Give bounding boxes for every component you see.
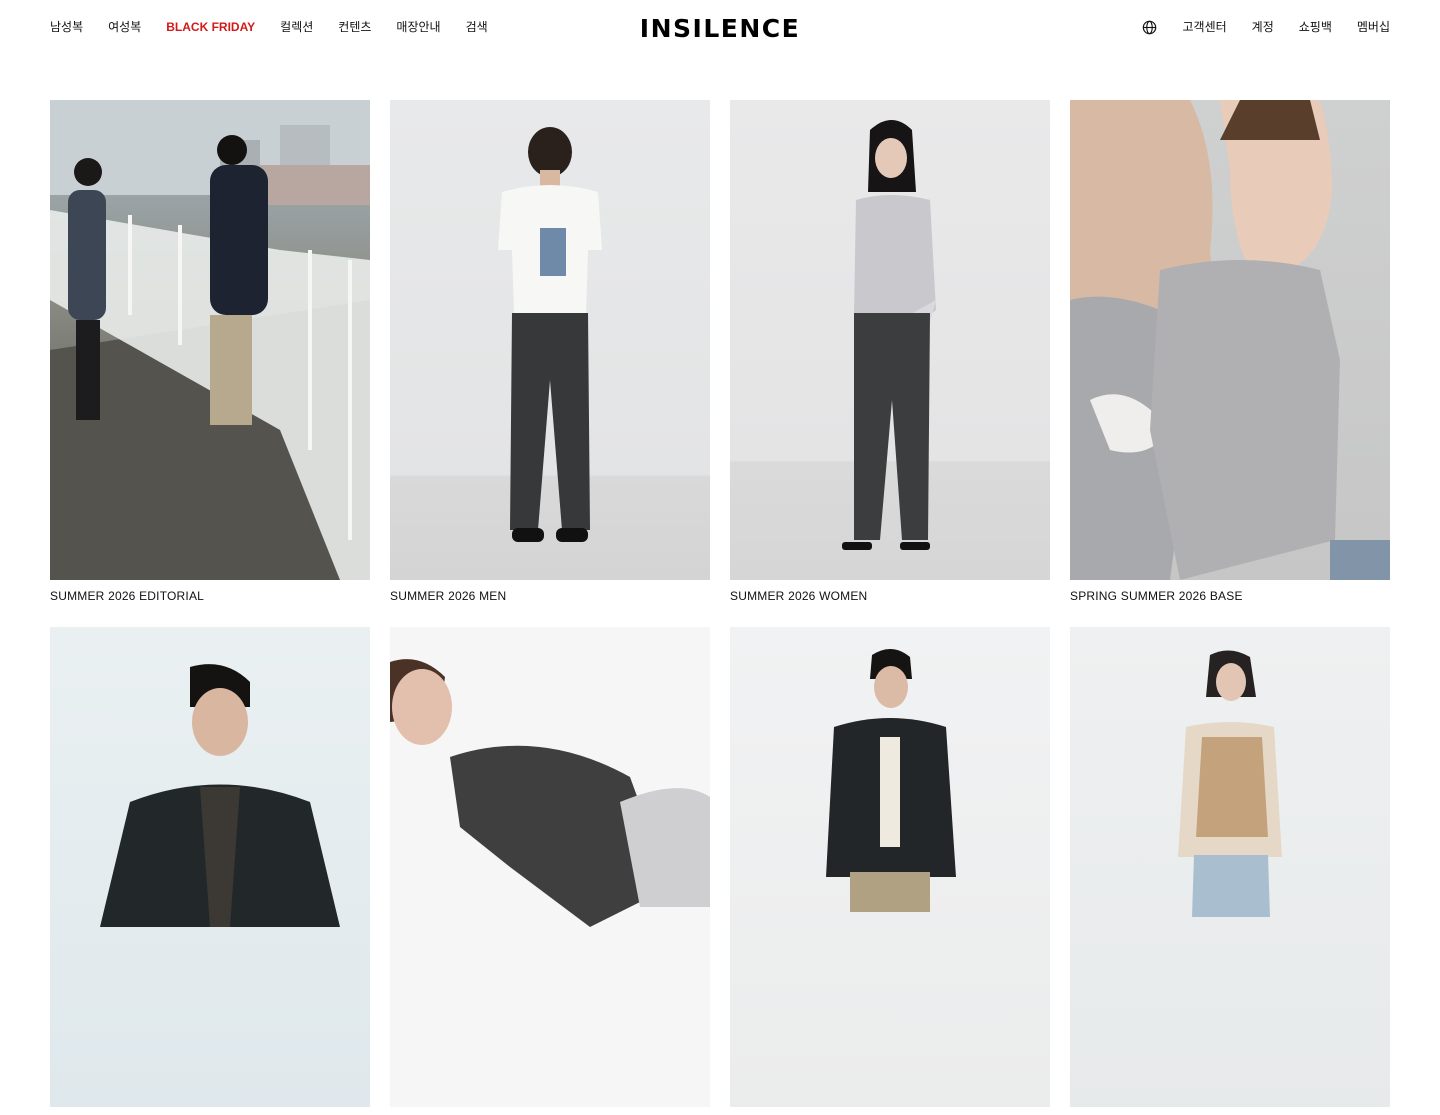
collection-card[interactable] (1070, 627, 1390, 1115)
utility-nav: 고객센터 계정 쇼핑백 멤버십 (1142, 19, 1390, 36)
collection-image-base[interactable] (1070, 100, 1390, 580)
collection-card[interactable]: SPRING SUMMER 2026 BASE (1070, 100, 1390, 604)
collection-image[interactable] (1070, 627, 1390, 1107)
collection-card[interactable] (390, 627, 710, 1115)
collection-grid: SUMMER 2026 EDITORIAL SUMMER 2026 MEN SU… (50, 100, 1390, 1115)
globe-icon[interactable] (1142, 20, 1157, 35)
site-header: 남성복 여성복 BLACK FRIDAY 컬렉션 컨텐츠 매장안내 검색 INS… (0, 0, 1440, 56)
collection-image-editorial[interactable] (50, 100, 370, 580)
collection-card[interactable] (50, 627, 370, 1115)
collection-image[interactable] (390, 627, 710, 1107)
collection-card[interactable]: SUMMER 2026 MEN (390, 100, 710, 604)
collection-card[interactable] (730, 627, 1050, 1115)
nav-stores[interactable]: 매장안내 (396, 19, 440, 36)
nav-men[interactable]: 남성복 (50, 19, 83, 36)
collection-image[interactable] (50, 627, 370, 1107)
collection-card[interactable]: SUMMER 2026 WOMEN (730, 100, 1050, 604)
nav-women[interactable]: 여성복 (108, 19, 141, 36)
collection-title[interactable]: SUMMER 2026 EDITORIAL (50, 588, 370, 604)
collection-title[interactable]: SUMMER 2026 MEN (390, 588, 710, 604)
brand-logo[interactable]: INSILENCE (640, 14, 800, 44)
collection-image-men[interactable] (390, 100, 710, 580)
collection-title[interactable]: SPRING SUMMER 2026 BASE (1070, 588, 1390, 604)
nav-search[interactable]: 검색 (466, 19, 488, 36)
nav-black-friday[interactable]: BLACK FRIDAY (166, 19, 255, 36)
collection-card[interactable]: SUMMER 2026 EDITORIAL (50, 100, 370, 604)
nav-collection[interactable]: 컬렉션 (280, 19, 313, 36)
nav-shopping-bag[interactable]: 쇼핑백 (1299, 19, 1332, 36)
collection-image[interactable] (730, 627, 1050, 1107)
nav-customer-center[interactable]: 고객센터 (1182, 19, 1226, 36)
collection-title[interactable]: SUMMER 2026 WOMEN (730, 588, 1050, 604)
nav-membership[interactable]: 멤버십 (1357, 19, 1390, 36)
collection-image-women[interactable] (730, 100, 1050, 580)
nav-account[interactable]: 계정 (1252, 19, 1274, 36)
primary-nav: 남성복 여성복 BLACK FRIDAY 컬렉션 컨텐츠 매장안내 검색 (50, 19, 488, 36)
nav-contents[interactable]: 컨텐츠 (338, 19, 371, 36)
